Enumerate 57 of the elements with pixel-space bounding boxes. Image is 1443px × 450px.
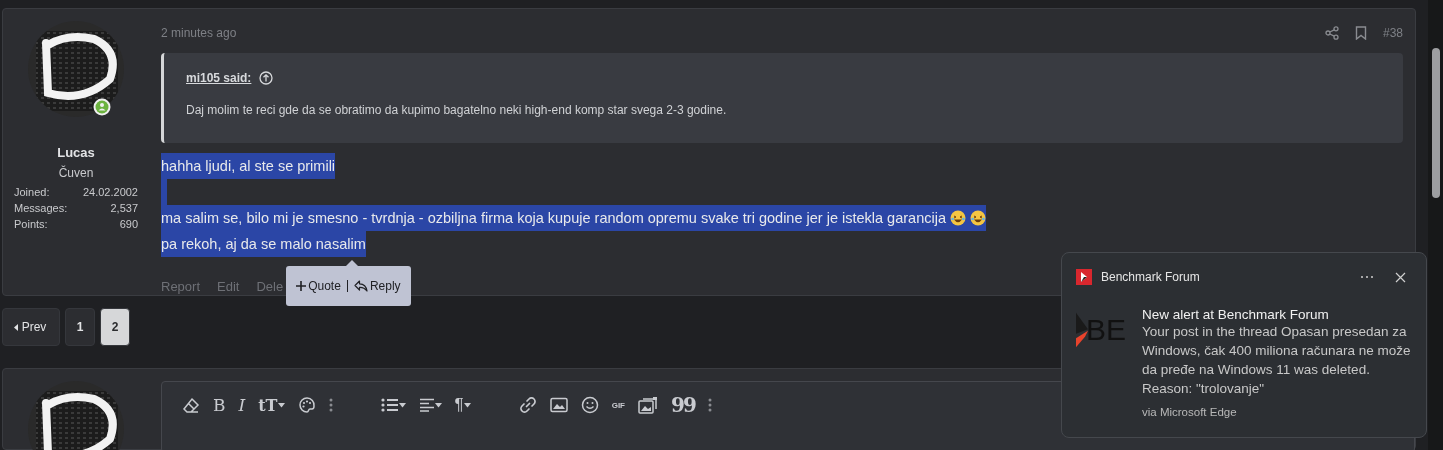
format-button[interactable]: I <box>238 395 246 415</box>
arrow-up-circle-icon <box>259 71 274 85</box>
page-button[interactable]: 2 <box>100 308 130 346</box>
smiley-icon <box>580 396 599 414</box>
image-icon <box>549 397 568 413</box>
stat-value: 690 <box>119 218 138 230</box>
stat-label: Messages: <box>14 202 69 214</box>
stat-label: Joined: <box>14 186 51 198</box>
link-button[interactable] <box>518 395 537 415</box>
username[interactable]: Lucas <box>57 145 95 160</box>
more-vertical-icon <box>328 398 333 412</box>
eraser-icon <box>182 396 200 414</box>
media-button[interactable] <box>638 395 658 415</box>
format-button[interactable]: B <box>213 395 226 415</box>
stat-value: 24.02.2002 <box>82 186 138 198</box>
notification-source: via Microsoft Edge <box>1142 406 1238 418</box>
plus-icon <box>296 281 307 291</box>
stat-label: Points: <box>14 218 49 230</box>
bookmark-icon <box>1354 26 1367 40</box>
share-icon <box>1324 26 1339 40</box>
format-button[interactable]: 99 <box>671 395 695 415</box>
quote-author-link[interactable]: mi105 said: <box>186 71 252 85</box>
palette-button[interactable] <box>297 395 316 415</box>
align-left-icon <box>418 398 435 412</box>
format-button[interactable]: ¶ <box>454 395 471 415</box>
format-button[interactable]: tT <box>258 395 285 415</box>
palette-icon <box>297 396 316 414</box>
post-number[interactable]: #38 <box>1382 26 1403 40</box>
emoji-button[interactable] <box>580 395 599 415</box>
gallery-icon <box>638 396 658 414</box>
notification-title: New alert at Benchmark Forum <box>1142 307 1330 322</box>
stat-value: 2,537 <box>110 202 138 214</box>
notification-app-name: Benchmark Forum <box>1101 270 1200 284</box>
eraser-button[interactable] <box>182 395 200 415</box>
more-vertical-icon <box>707 398 712 412</box>
close-icon <box>1394 271 1406 283</box>
reply-icon <box>353 280 368 292</box>
list-icon <box>380 398 399 412</box>
message-text: pa rekoh, aj da se malo nasalim <box>161 235 366 254</box>
scroll-bar[interactable] <box>1428 0 1443 450</box>
format-button[interactable]: GIF <box>611 395 625 415</box>
post-time[interactable]: 2 minutes ago <box>161 26 237 40</box>
prev-page-button[interactable]: Prev <box>2 308 60 346</box>
message-text: ma salim se, bilo mi je smesno - tvrdnja - ozbiljna firma koja kupuje random opremu svake tri godine jer je istekla garancija <box>161 209 946 228</box>
reply-button[interactable]: Reply <box>353 279 401 293</box>
page-button[interactable]: 1 <box>65 308 95 346</box>
app-logo-icon <box>1076 269 1092 285</box>
image-button[interactable] <box>549 395 568 415</box>
link-icon <box>518 396 537 414</box>
caret-left-icon <box>13 323 18 331</box>
quote-button[interactable]: Quote <box>296 279 341 293</box>
laughing-emoji-icon <box>969 210 986 226</box>
quote-text: Daj molim te reci gde da se obratimo da kupimo bagatelno neki high-end komp star svega 2-3 godine. <box>186 103 728 117</box>
laughing-emoji-icon <box>949 210 966 226</box>
message-text: hahha ljudi, al ste se primili <box>161 157 336 176</box>
more-horizontal-icon <box>1360 275 1374 279</box>
user-title: Čuven <box>58 166 94 180</box>
